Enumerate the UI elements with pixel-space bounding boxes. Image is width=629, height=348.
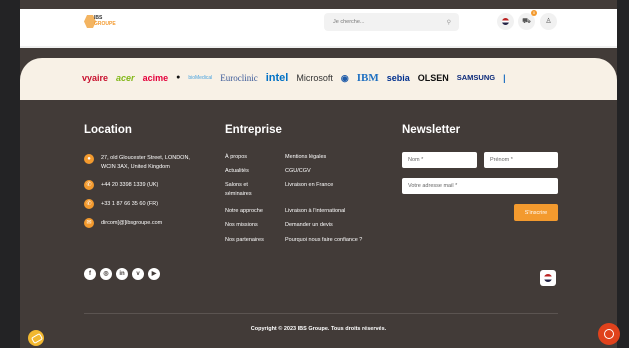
entreprise-heading: Entreprise [225, 124, 282, 136]
newsletter-nom-field[interactable] [402, 152, 477, 168]
subscribe-button[interactable]: S'inscrire [514, 204, 558, 221]
address-line1: 27, old Gloucester Street, LONDON, [101, 155, 190, 161]
linkedin-icon[interactable]: in [116, 268, 128, 280]
link-actualites[interactable]: Actualités [225, 167, 249, 176]
brand-logo-9: ◉ [340, 73, 349, 83]
address-item: ● 27, old Gloucester Street, LONDON, WCI… [84, 154, 190, 172]
header-divider [20, 46, 617, 48]
logo-text-bottom: GROUPE [94, 21, 116, 27]
vimeo-icon[interactable]: v [132, 268, 144, 280]
brand-logo-10: IBM [356, 72, 379, 84]
link-a-propos[interactable]: À propos [225, 153, 247, 162]
link-salons[interactable]: Salons et séminaires [225, 181, 252, 198]
brand-logo-8: Microsoft [296, 73, 333, 83]
phone-icon: ✆ [84, 180, 94, 190]
mail-icon: ✉ [84, 218, 94, 228]
instagram-icon[interactable]: ◎ [100, 268, 112, 280]
newsletter-prenom-field[interactable] [484, 152, 558, 168]
link-demander-devis[interactable]: Demander un devis [285, 221, 333, 230]
search-icon[interactable]: ⚲ [447, 19, 451, 26]
phone-fr[interactable]: +33 1 87 66 35 60 (FR) [101, 199, 158, 209]
site-header: IBS GROUPE ⚲ ⛟ 0 ♙ [20, 9, 617, 35]
brand-logo-12: OLSEN [417, 73, 449, 83]
link-notre-approche[interactable]: Notre approche [225, 207, 263, 216]
link-pourquoi-confiance[interactable]: Pourquoi nous faire confiance ? [285, 236, 362, 245]
location-heading: Location [84, 124, 132, 136]
email-item[interactable]: ✉ dircom[@]ibsgroupe.com [84, 218, 162, 228]
brand-logo-14: | [503, 73, 506, 83]
link-salons-line2: séminaires [225, 190, 252, 197]
brand-logo-7: intel [265, 72, 289, 84]
email-address[interactable]: dircom[@]ibsgroupe.com [101, 218, 162, 228]
brand-logo-1: vyaire [82, 73, 109, 83]
brand-logo-13: SAMSUNG [456, 73, 496, 82]
address-line2: WCIN 3AX, United Kingdom [101, 164, 170, 170]
link-salons-line1: Salons et [225, 182, 248, 188]
cart-button[interactable]: ⛟ 0 [518, 10, 537, 30]
brand-logo-2: acer [116, 73, 135, 83]
facebook-icon[interactable]: f [84, 268, 96, 280]
brand-row: vyaire acer acime ● bioMedical Euroclinic inte… [82, 71, 506, 85]
newsletter-email-field[interactable] [402, 178, 558, 194]
footer-language-button[interactable] [540, 270, 556, 286]
user-account-button[interactable]: ♙ [540, 13, 557, 30]
location-pin-icon: ● [84, 154, 94, 164]
phone-uk-item[interactable]: ✆ +44 20 3398 1339 (UK) [84, 180, 158, 190]
link-livraison-france[interactable]: Livraison en France [285, 181, 333, 190]
page-frame: IBS GROUPE ⚲ ⛟ 0 ♙ vyaire acer acime ● bioMe… [20, 0, 617, 348]
chat-widget-button[interactable] [598, 323, 620, 345]
phone-uk[interactable]: +44 20 3398 1339 (UK) [101, 180, 158, 190]
brand-carousel: vyaire acer acime ● bioMedical Euroclinic inte… [20, 58, 617, 100]
search-box: ⚲ [324, 13, 459, 31]
cart-icon: ⛟ [522, 18, 531, 25]
cart-count-badge: 0 [531, 10, 537, 16]
site-logo[interactable]: IBS GROUPE [84, 15, 116, 29]
link-nos-missions[interactable]: Nos missions [225, 221, 258, 230]
link-mentions-legales[interactable]: Mentions légales [285, 153, 326, 162]
language-flag-button[interactable] [497, 13, 514, 30]
phone-fr-item[interactable]: ✆ +33 1 87 66 35 60 (FR) [84, 199, 158, 209]
user-icon: ♙ [545, 18, 552, 25]
copyright-text: Copyright © 2023 IBS Groupe. Tous droits… [250, 326, 387, 332]
link-nos-partenaires[interactable]: Nos partenaires [225, 236, 264, 245]
link-cgu-cgv[interactable]: CGU/CGV [285, 167, 311, 176]
newsletter-heading: Newsletter [402, 124, 461, 136]
brand-logo-11: sebia [386, 73, 410, 83]
brand-logo-6: Euroclinic [220, 73, 258, 83]
youtube-icon[interactable]: ▶ [148, 268, 160, 280]
footer-divider [84, 313, 558, 314]
brand-logo-3: acime [142, 73, 169, 83]
brand-logo-5: bioMedical [188, 75, 213, 81]
link-livraison-international[interactable]: Livraison à l'international [285, 207, 345, 216]
header-spacer [20, 35, 617, 46]
promo-badge-icon[interactable] [28, 330, 44, 346]
brand-logo-4: ● [176, 74, 181, 81]
phone-icon: ✆ [84, 199, 94, 209]
search-input[interactable] [324, 13, 443, 31]
